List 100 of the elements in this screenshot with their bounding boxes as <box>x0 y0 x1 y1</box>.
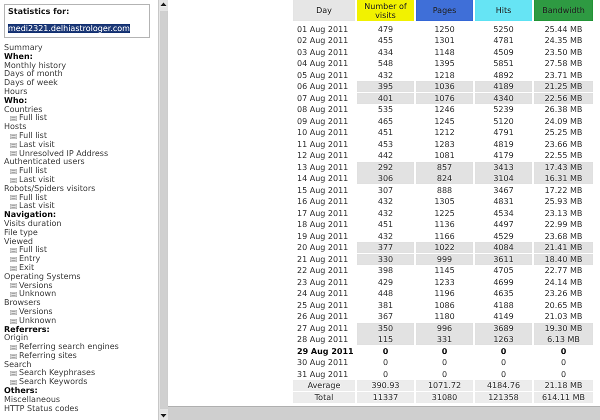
table-cell-text: 1283 <box>433 138 456 150</box>
submenu-link[interactable]: Last visit <box>19 176 55 185</box>
day-cell-text: 04 Aug 2011 <box>296 58 350 69</box>
table-cell-text: 24.35 MB <box>544 35 584 46</box>
table-cell: 11337 <box>357 392 414 402</box>
submenu-link[interactable]: Exit <box>19 264 34 273</box>
table-cell-text: 535 <box>376 104 394 115</box>
menu-link[interactable]: Viewed <box>4 238 33 246</box>
host-name[interactable]: medi2321.delhiastrologer.com <box>8 24 130 33</box>
day-cell-text: 09 Aug 2011 <box>296 116 350 126</box>
menu-link[interactable]: Days of week <box>4 79 58 88</box>
menu-link[interactable]: Origin <box>4 334 28 344</box>
submenu-link[interactable]: Full list <box>19 132 47 141</box>
table-cell: 350 <box>357 322 414 334</box>
submenu-link[interactable]: Unresolved IP Address <box>19 150 108 158</box>
submenu-link[interactable]: Full list <box>19 194 47 202</box>
table-cell-text: 23.66 MB <box>544 138 584 150</box>
table-cell-text: 1305 <box>433 196 456 207</box>
submenu-link[interactable]: Unknown <box>19 290 56 300</box>
table-cell: 395 <box>357 81 414 92</box>
table-cell-text: 24.14 MB <box>544 276 584 288</box>
table-cell-text: 4534 <box>492 208 515 218</box>
table-cell: 16.31 MB <box>534 173 593 184</box>
submenu-link[interactable]: Search Keyphrases <box>19 369 96 378</box>
menu-link[interactable]: Monthly history <box>4 62 66 70</box>
menu-heading: Referrers: <box>4 326 50 334</box>
table-cell: 17.43 MB <box>534 162 593 172</box>
submenu-link[interactable]: Last visit <box>19 202 55 212</box>
menu-link[interactable]: Operating Systems <box>4 272 81 282</box>
menu-link[interactable]: Authenticated users <box>4 158 85 168</box>
table-cell-text: 25.44 MB <box>544 24 584 34</box>
submenu-link[interactable]: Full list <box>19 246 47 256</box>
table-cell-text: 1180 <box>433 311 456 322</box>
menu-heading: When: <box>4 52 33 62</box>
day-cell-text: 12 Aug 2011 <box>296 150 350 161</box>
table-cell-text: 451 <box>376 219 394 230</box>
menu-link[interactable]: Summary <box>4 44 43 53</box>
menu-link[interactable]: Hosts <box>4 123 26 132</box>
menu-link[interactable]: Miscellaneous <box>4 396 60 405</box>
submenu-link[interactable]: Versions <box>19 282 53 290</box>
day-cell-text: 05 Aug 2011 <box>296 70 350 80</box>
table-cell-text: 23.26 MB <box>544 288 584 299</box>
menu-link[interactable]: Countries <box>4 106 42 114</box>
table-cell-text: 0 <box>500 346 508 356</box>
menu-link[interactable]: Browsers <box>4 299 41 308</box>
table-cell: 401 <box>357 92 414 104</box>
menu-link[interactable]: Visits duration <box>4 220 62 229</box>
table-cell-text: 23.50 MB <box>544 46 584 58</box>
day-cell-text: 03 Aug 2011 <box>296 46 350 58</box>
table-cell: 21.18 MB <box>534 380 593 391</box>
table-cell: 1071.72 <box>416 380 473 391</box>
table-cell-text: 4791 <box>492 127 515 138</box>
table-cell-text: 455 <box>376 35 394 46</box>
table-cell-text: 1218 <box>433 70 456 80</box>
table-cell-text: 0 <box>500 368 508 380</box>
table-cell: 614.11 MB <box>534 392 593 402</box>
table-cell-text: 888 <box>436 184 454 196</box>
day-cell-text: 14 Aug 2011 <box>296 173 350 184</box>
menu-link[interactable]: Hours <box>4 88 28 97</box>
table-cell-text: 4892 <box>492 70 515 80</box>
submenu-link[interactable]: Referring search engines <box>19 343 119 352</box>
day-cell-text: 29 Aug 2011 <box>296 346 355 356</box>
table-cell: 999 <box>416 254 473 264</box>
submenu-link[interactable]: Entry <box>19 255 40 264</box>
submenu-link[interactable]: Referring sites <box>19 352 77 361</box>
submenu-link[interactable]: Full list <box>19 167 47 176</box>
summary-label: Total <box>293 392 355 402</box>
table-cell: 3104 <box>475 173 532 184</box>
menu-link[interactable]: File type <box>4 228 38 238</box>
day-cell-text: 15 Aug 2011 <box>296 184 350 196</box>
day-cell-text: 11 Aug 2011 <box>296 138 350 150</box>
submenu-link[interactable]: Search Keywords <box>19 378 88 388</box>
table-cell: 331 <box>416 334 473 345</box>
day-cell-text: 07 Aug 2011 <box>296 92 350 104</box>
menu-heading: Others: <box>4 387 38 396</box>
table-cell-text: 21.03 MB <box>544 311 584 322</box>
table-cell-text: 0 <box>560 368 568 380</box>
submenu-link[interactable]: Versions <box>19 308 53 317</box>
submenu-link[interactable]: Full list <box>19 114 47 124</box>
menu-link[interactable]: HTTP Status codes <box>4 404 79 414</box>
table-cell: 22.56 MB <box>534 92 593 104</box>
table-cell: 115 <box>357 334 414 345</box>
menu-link[interactable]: Robots/Spiders visitors <box>4 184 96 194</box>
menu-link[interactable]: Days of month <box>4 70 63 80</box>
table-cell-text: 4831 <box>492 196 515 207</box>
day-cell-text: 16 Aug 2011 <box>296 196 350 207</box>
table-cell-text: 27.58 MB <box>544 58 584 69</box>
table-cell: 21.25 MB <box>534 81 593 92</box>
day-cell-text: 22 Aug 2011 <box>296 265 350 276</box>
submenu-link[interactable]: Last visit <box>19 140 55 150</box>
table-cell-text: 1212 <box>433 127 456 138</box>
table-cell-text: 1245 <box>433 116 456 126</box>
stats-label: Statistics for: <box>8 7 70 16</box>
day-cell-text: 19 Aug 2011 <box>296 230 350 242</box>
table-cell-text: 4635 <box>492 288 515 299</box>
submenu-link[interactable]: Unknown <box>19 316 56 326</box>
table-cell-text: 448 <box>376 288 394 299</box>
menu-link[interactable]: Search <box>4 360 32 370</box>
summary-label: Average <box>293 380 355 391</box>
table-cell-text: 432 <box>376 208 394 218</box>
